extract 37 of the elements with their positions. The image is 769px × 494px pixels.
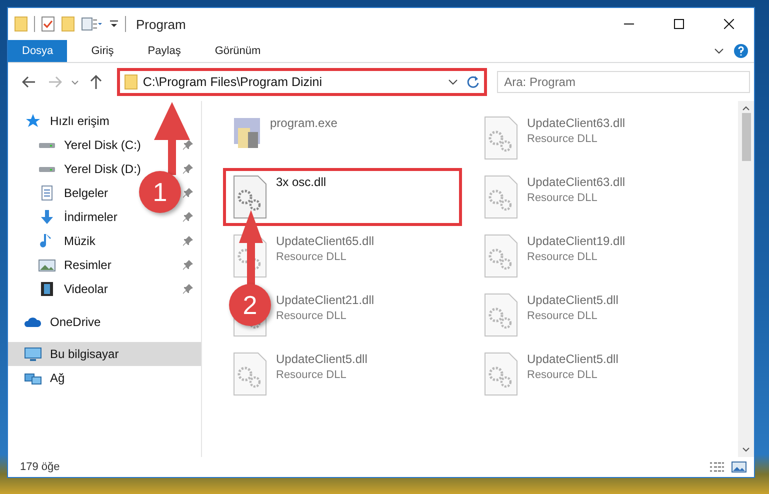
sidebar-item[interactable]: Müzik [8,229,102,253]
file-type: Resource DLL [276,310,348,322]
sidebar-item[interactable]: Resimler [8,253,118,277]
ribbon-tab[interactable]: Paylaş [134,40,195,62]
address-bar[interactable]: C:\Program Files\Program Dizini [116,68,488,96]
item-count: 179 öğe [20,461,60,473]
file-type: Resource DLL [527,133,598,145]
sidebar-item[interactable]: Belgeler [8,181,114,205]
sidebar-item[interactable]: Videolar [8,277,114,301]
sidebar-item[interactable]: Yerel Disk (C:) [8,133,147,157]
file-name[interactable]: UpdateClient21.dll [276,293,374,307]
file-name[interactable]: UpdateClient5.dll [276,352,368,366]
ribbon-tab[interactable]: Giriş [77,40,128,62]
sidebar-item[interactable]: Hızlı erişim [8,109,116,133]
window-title: Program [136,16,186,32]
highlighted-file[interactable]: 3x osc.dll [223,168,462,226]
sidebar-item[interactable]: OneDrive [8,310,107,334]
file-name[interactable]: program.exe [270,116,338,130]
file-name[interactable]: UpdateClient63.dll [527,116,626,130]
file-name[interactable]: UpdateClient63.dll [527,175,626,189]
file-type: Resource DLL [527,251,598,263]
file-name[interactable]: 3x osc.dll [276,175,326,189]
file-type: Resource DLL [527,310,598,322]
search-field[interactable]: Ara: Program [497,71,750,93]
file-type: Resource DLL [276,369,348,381]
ribbon-tab[interactable]: Görünüm [200,40,275,62]
file-name[interactable]: UpdateClient5.dll [527,352,618,366]
file-name[interactable]: UpdateClient65.dll [276,234,374,248]
sidebar-item[interactable]: İndirmeler [8,205,124,229]
file-name[interactable]: UpdateClient5.dll [527,293,618,307]
sidebar-item[interactable]: Bu bilgisayar [8,342,201,366]
file-name[interactable]: UpdateClient19.dll [527,234,626,248]
file-type: Resource DLL [276,251,348,263]
file-type: Resource DLL [527,369,598,381]
file-type: Resource DLL [527,192,598,204]
address-path: C:\Program Files\Program Dizini [142,75,324,89]
sidebar-item[interactable]: Ağ [8,366,71,390]
